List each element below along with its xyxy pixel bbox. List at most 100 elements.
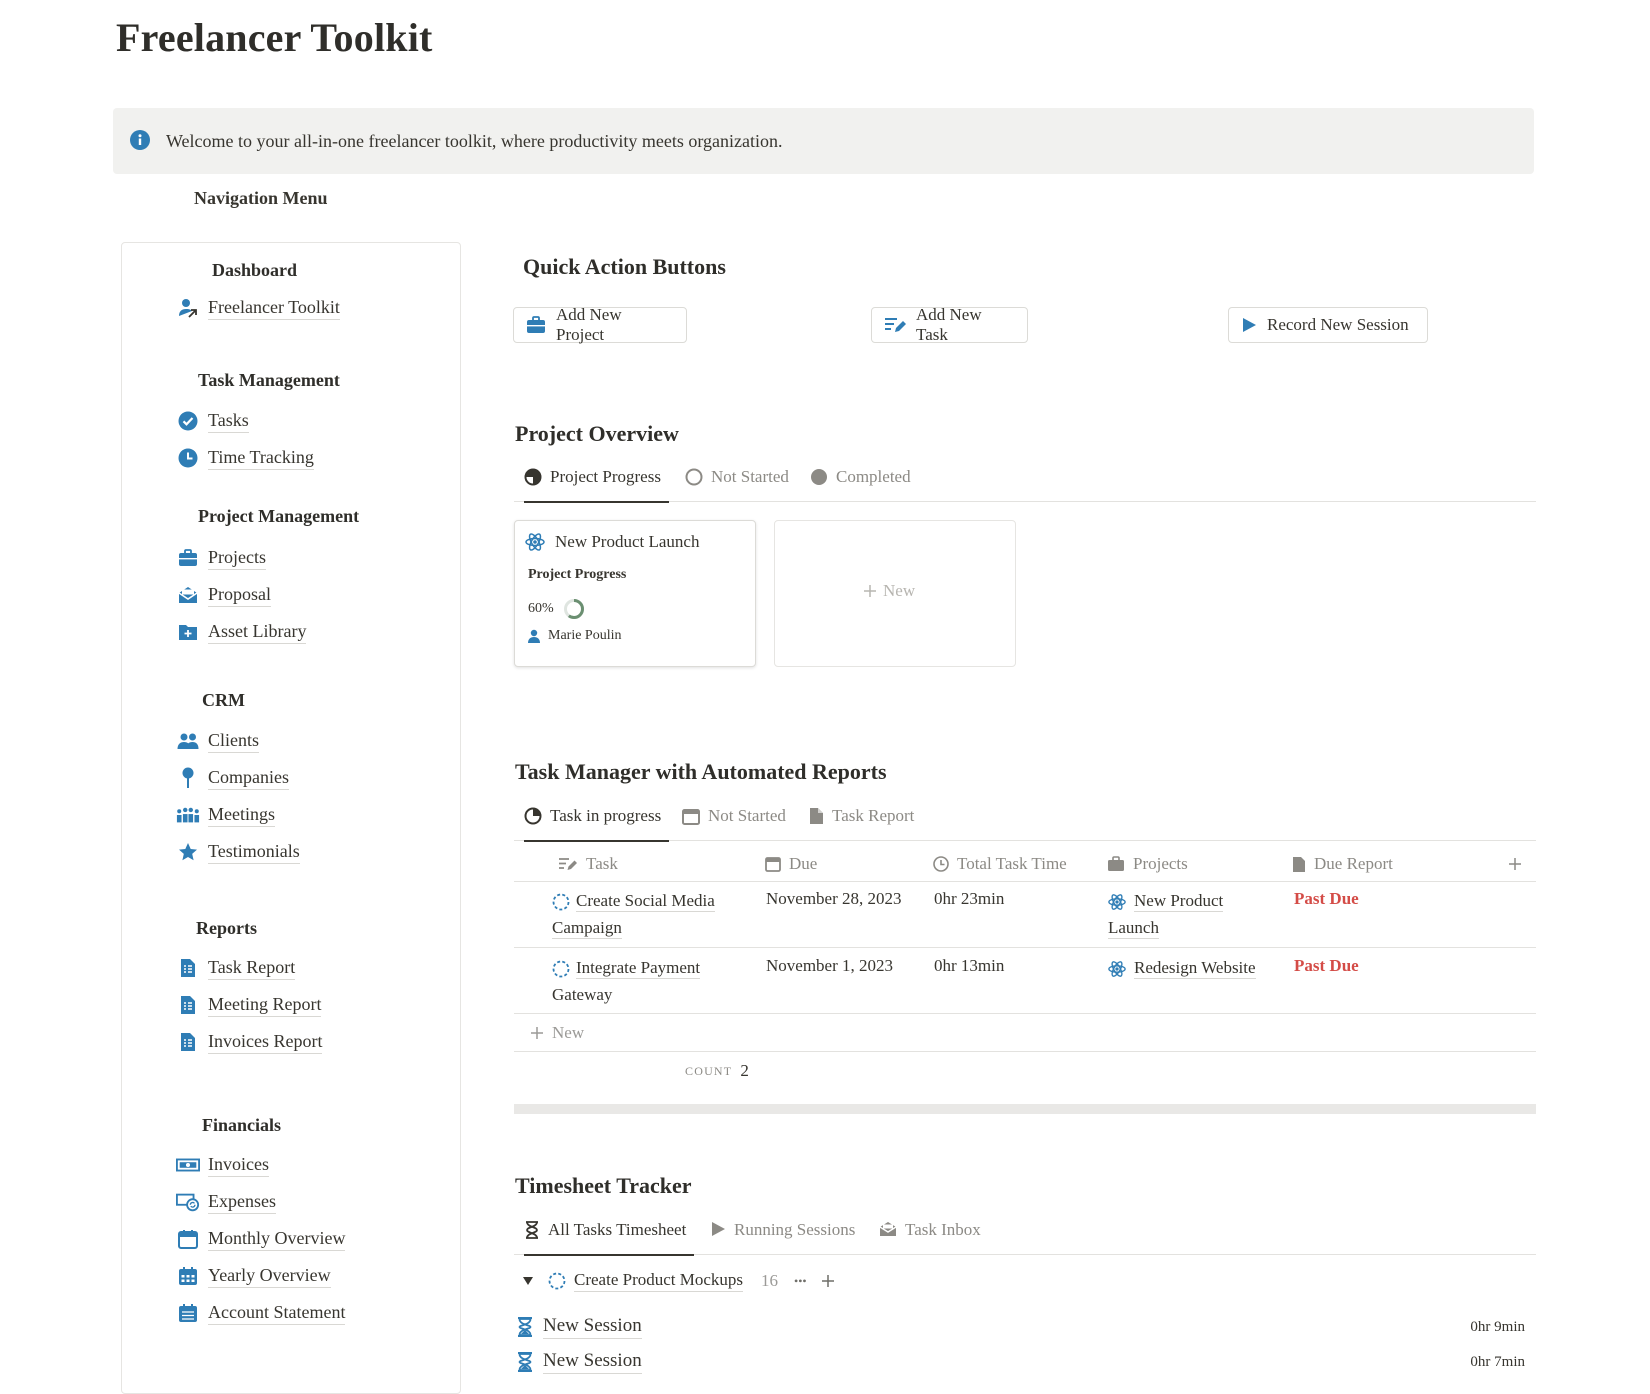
new-label: New (883, 581, 916, 600)
dashed-circle-icon (552, 960, 570, 978)
nav-item-task-report[interactable]: Task Report (176, 954, 296, 982)
nav-item-tasks[interactable]: Tasks (176, 407, 249, 435)
add-new-project-button[interactable]: Add New Project (513, 305, 687, 344)
project-cell[interactable]: New Product Launch (1108, 887, 1278, 941)
tab-task-inbox[interactable]: Task Inbox (879, 1220, 981, 1254)
timesheet-title: Timesheet Tracker (515, 1173, 692, 1198)
add-new-project-label: Add New Project (556, 305, 622, 344)
tab-label: Task in progress (550, 806, 662, 825)
page-title: Freelancer Toolkit (116, 15, 433, 60)
record-new-session-button[interactable]: Record New Session (1228, 307, 1428, 343)
column-header-total-time[interactable]: Total Task Time (933, 850, 1067, 878)
add-column-button[interactable] (1508, 850, 1530, 878)
tab-task-not-started[interactable]: Not Started (682, 806, 786, 840)
cash-sync-icon (176, 1192, 200, 1212)
task-cell[interactable]: Integrate Payment Gateway (552, 954, 742, 1008)
dashed-circle-icon (548, 1272, 566, 1290)
session-row[interactable]: New Session 0hr 9min (517, 1311, 1525, 1343)
nav-item-label: Yearly Overview (208, 1265, 331, 1288)
project-link: New Product (1134, 891, 1224, 912)
nav-item-proposal[interactable]: Proposal (176, 581, 271, 609)
row-divider (514, 1051, 1536, 1052)
column-header-projects[interactable]: Projects (1107, 850, 1188, 878)
plus-icon (1508, 857, 1522, 871)
tab-task-report[interactable]: Task Report (809, 806, 914, 840)
calendar-icon (176, 1229, 200, 1249)
tab-all-tasks-timesheet[interactable]: All Tasks Timesheet (524, 1220, 695, 1256)
count-summary[interactable]: COUNT 2 (685, 1058, 749, 1084)
count-value: 2 (740, 1061, 749, 1080)
project-cell[interactable]: Redesign Website (1108, 954, 1298, 981)
nav-section-reports: Reports (196, 918, 257, 938)
session-row[interactable]: New Session 0hr 7min (517, 1346, 1525, 1378)
project-link-cont: Launch (1108, 918, 1159, 939)
project-name: New Product Launch (555, 532, 700, 551)
nav-item-label: Tasks (208, 410, 249, 433)
nav-item-clients[interactable]: Clients (176, 727, 260, 755)
nav-heading: Navigation Menu (194, 188, 328, 208)
nav-item-invoices[interactable]: Invoices (176, 1151, 269, 1179)
task-cell[interactable]: Create Social Media Campaign (552, 887, 742, 941)
person-icon (528, 629, 540, 643)
project-overview-title: Project Overview (515, 421, 679, 446)
calendar-icon (682, 807, 700, 825)
half-circle-icon (524, 468, 542, 486)
count-label: COUNT (685, 1063, 733, 1078)
project-link: Redesign Website (1134, 958, 1256, 979)
add-row-button[interactable]: New (530, 1018, 584, 1048)
due-cell: November 28, 2023 (766, 889, 902, 908)
nav-item-time-tracking[interactable]: Time Tracking (176, 444, 314, 472)
welcome-callout: Welcome to your all-in-one freelancer to… (113, 108, 1534, 174)
tab-label: Project Progress (550, 467, 661, 486)
task-manager-tabs: Task in progress Not Started Task Report (514, 800, 1536, 842)
add-new-task-button[interactable]: Add New Task (871, 305, 1028, 344)
tab-completed[interactable]: Completed (810, 467, 911, 501)
tab-label: All Tasks Timesheet (548, 1220, 687, 1239)
column-header-task[interactable]: Task (558, 850, 618, 878)
task-name-cont: Gateway (552, 985, 613, 1004)
nav-item-invoices-report[interactable]: Invoices Report (176, 1028, 323, 1056)
nav-item-projects[interactable]: Projects (176, 544, 266, 572)
nav-item-label: Meetings (208, 804, 275, 827)
tab-task-in-progress[interactable]: Task in progress (524, 806, 670, 842)
nav-item-label: Companies (208, 767, 289, 790)
tab-not-started[interactable]: Not Started (685, 467, 789, 501)
nav-item-yearly-overview[interactable]: Yearly Overview (176, 1262, 331, 1290)
nav-item-account-statement[interactable]: Account Statement (176, 1299, 346, 1327)
hourglass-icon (517, 1352, 533, 1372)
column-header-due-report[interactable]: Due Report (1292, 850, 1393, 878)
horizontal-scrollbar[interactable] (514, 1104, 1536, 1114)
due-report-cell: Past Due (1294, 889, 1359, 908)
timesheet-tabs: All Tasks Timesheet Running Sessions Tas… (514, 1214, 1536, 1256)
session-name: New Session (543, 1350, 642, 1374)
project-card[interactable]: New Product Launch Project Progress 60% … (514, 520, 756, 667)
tab-project-progress[interactable]: Project Progress (524, 467, 669, 503)
plus-icon[interactable] (821, 1274, 835, 1288)
group-header[interactable]: Create Product Mockups 16 ••• (522, 1266, 835, 1296)
triangle-down-icon[interactable] (522, 1276, 534, 1286)
session-duration: 0hr 9min (1470, 1318, 1525, 1335)
more-options-button[interactable]: ••• (794, 1274, 807, 1289)
nav-item-freelancer-toolkit[interactable]: Freelancer Toolkit (176, 294, 340, 322)
nav-item-label: Clients (208, 730, 260, 753)
new-project-card[interactable]: New (774, 520, 1016, 667)
nav-item-monthly-overview[interactable]: Monthly Overview (176, 1225, 346, 1253)
group-name: Create Product Mockups (574, 1270, 744, 1292)
column-header-due[interactable]: Due (765, 850, 817, 878)
check-circle-icon (176, 411, 200, 431)
due-cell: November 1, 2023 (766, 956, 894, 975)
empty-circle-icon (685, 468, 703, 486)
nav-item-expenses[interactable]: Expenses (176, 1188, 276, 1216)
people-icon (176, 732, 200, 750)
filled-circle-icon (810, 468, 828, 486)
inbox-icon (879, 1221, 897, 1237)
nav-item-testimonials[interactable]: Testimonials (176, 838, 300, 866)
tab-running-sessions[interactable]: Running Sessions (710, 1220, 855, 1254)
nav-item-companies[interactable]: Companies (176, 764, 289, 792)
nav-item-asset-library[interactable]: Asset Library (176, 618, 307, 646)
nav-item-meeting-report[interactable]: Meeting Report (176, 991, 322, 1019)
hourglass-icon (524, 1221, 540, 1239)
nav-item-meetings[interactable]: Meetings (176, 801, 275, 829)
session-duration: 0hr 7min (1470, 1353, 1525, 1370)
nav-section-project-management: Project Management (198, 506, 360, 526)
